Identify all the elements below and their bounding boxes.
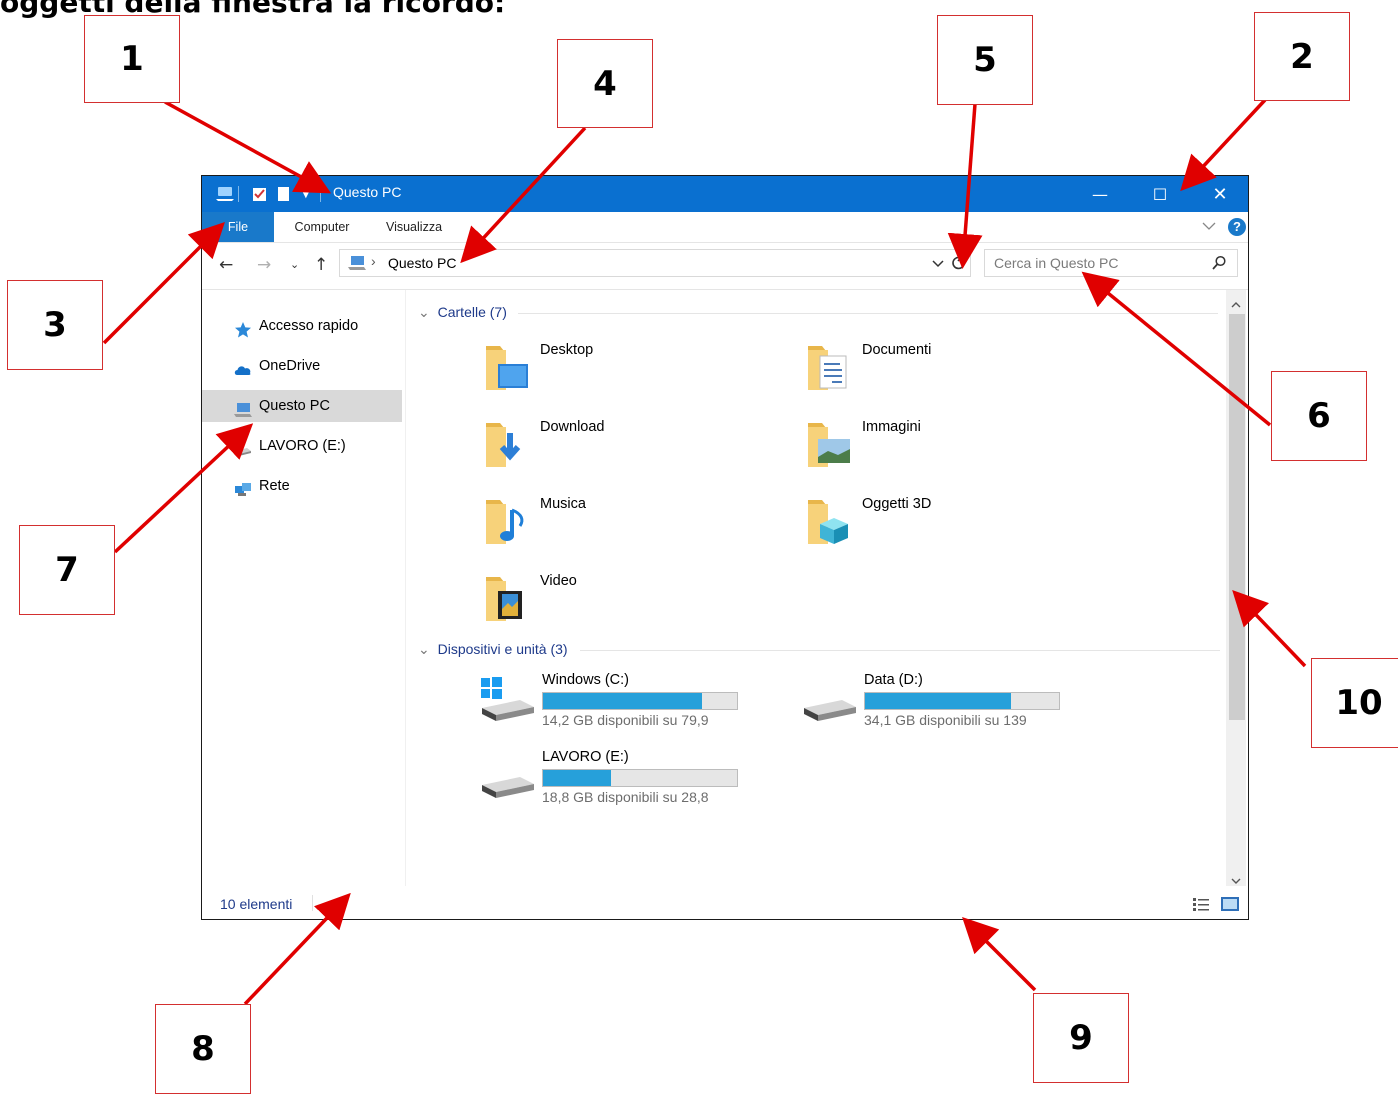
callout-1: 1 <box>84 15 180 103</box>
callout-3: 3 <box>7 280 103 370</box>
callout-6: 6 <box>1271 371 1367 461</box>
annotation-arrows <box>102 98 1307 1006</box>
callout-5: 5 <box>937 15 1033 105</box>
callout-9: 9 <box>1033 993 1129 1083</box>
callout-2: 2 <box>1254 12 1350 101</box>
callout-8: 8 <box>155 1004 251 1094</box>
callout-7: 7 <box>19 525 115 615</box>
callout-10: 10 <box>1311 658 1398 748</box>
callout-4: 4 <box>557 39 653 128</box>
